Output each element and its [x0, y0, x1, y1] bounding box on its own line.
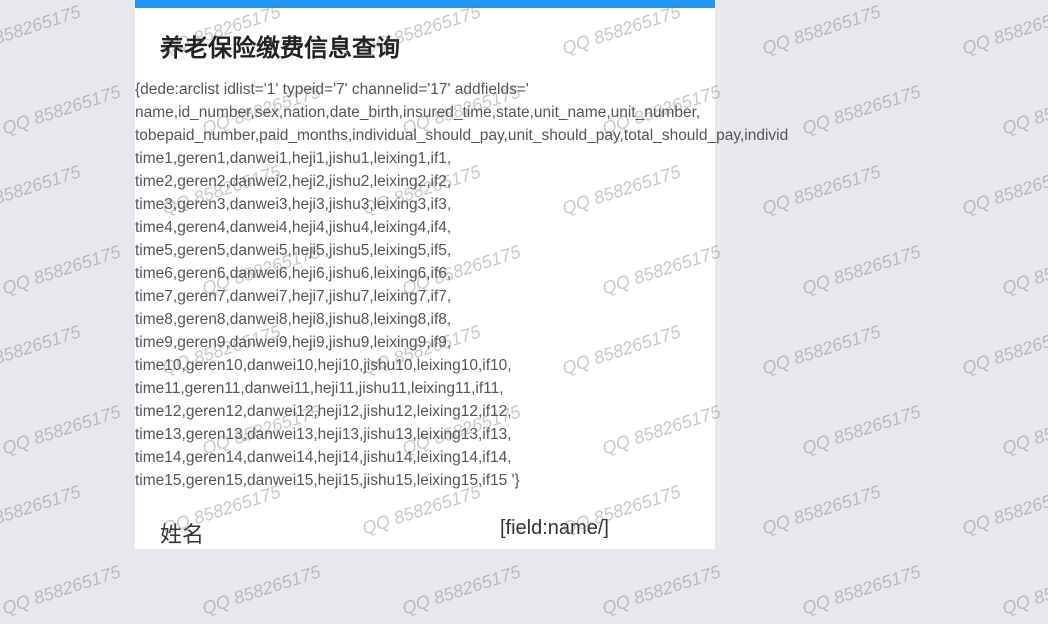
watermark-text: QQ 858265175	[1000, 561, 1048, 619]
watermark-text: QQ 858265175	[0, 241, 123, 299]
field-value-name: [field:name/]	[500, 517, 609, 549]
top-accent-bar	[135, 0, 715, 8]
watermark-text: QQ 858265175	[0, 1, 83, 59]
template-code-block: {dede:arclist idlist='1' typeid='7' chan…	[135, 78, 1048, 502]
watermark-text: QQ 858265175	[200, 561, 324, 619]
page-title: 养老保险缴费信息查询	[135, 8, 715, 78]
watermark-text: QQ 858265175	[0, 401, 123, 459]
watermark-text: QQ 858265175	[0, 81, 123, 139]
data-table: 姓名 [field:name/]	[135, 502, 715, 549]
watermark-text: QQ 858265175	[960, 1, 1048, 59]
watermark-text: QQ 858265175	[0, 481, 83, 539]
watermark-text: QQ 858265175	[0, 161, 83, 219]
field-label-name: 姓名	[160, 517, 500, 549]
watermark-text: QQ 858265175	[0, 561, 123, 619]
content-panel: 养老保险缴费信息查询 {dede:arclist idlist='1' type…	[135, 0, 715, 549]
watermark-text: QQ 858265175	[400, 561, 524, 619]
watermark-text: QQ 858265175	[600, 561, 724, 619]
watermark-text: QQ 858265175	[800, 561, 924, 619]
watermark-text: QQ 858265175	[760, 1, 884, 59]
table-row: 姓名 [field:name/]	[160, 517, 690, 549]
watermark-text: QQ 858265175	[0, 321, 83, 379]
